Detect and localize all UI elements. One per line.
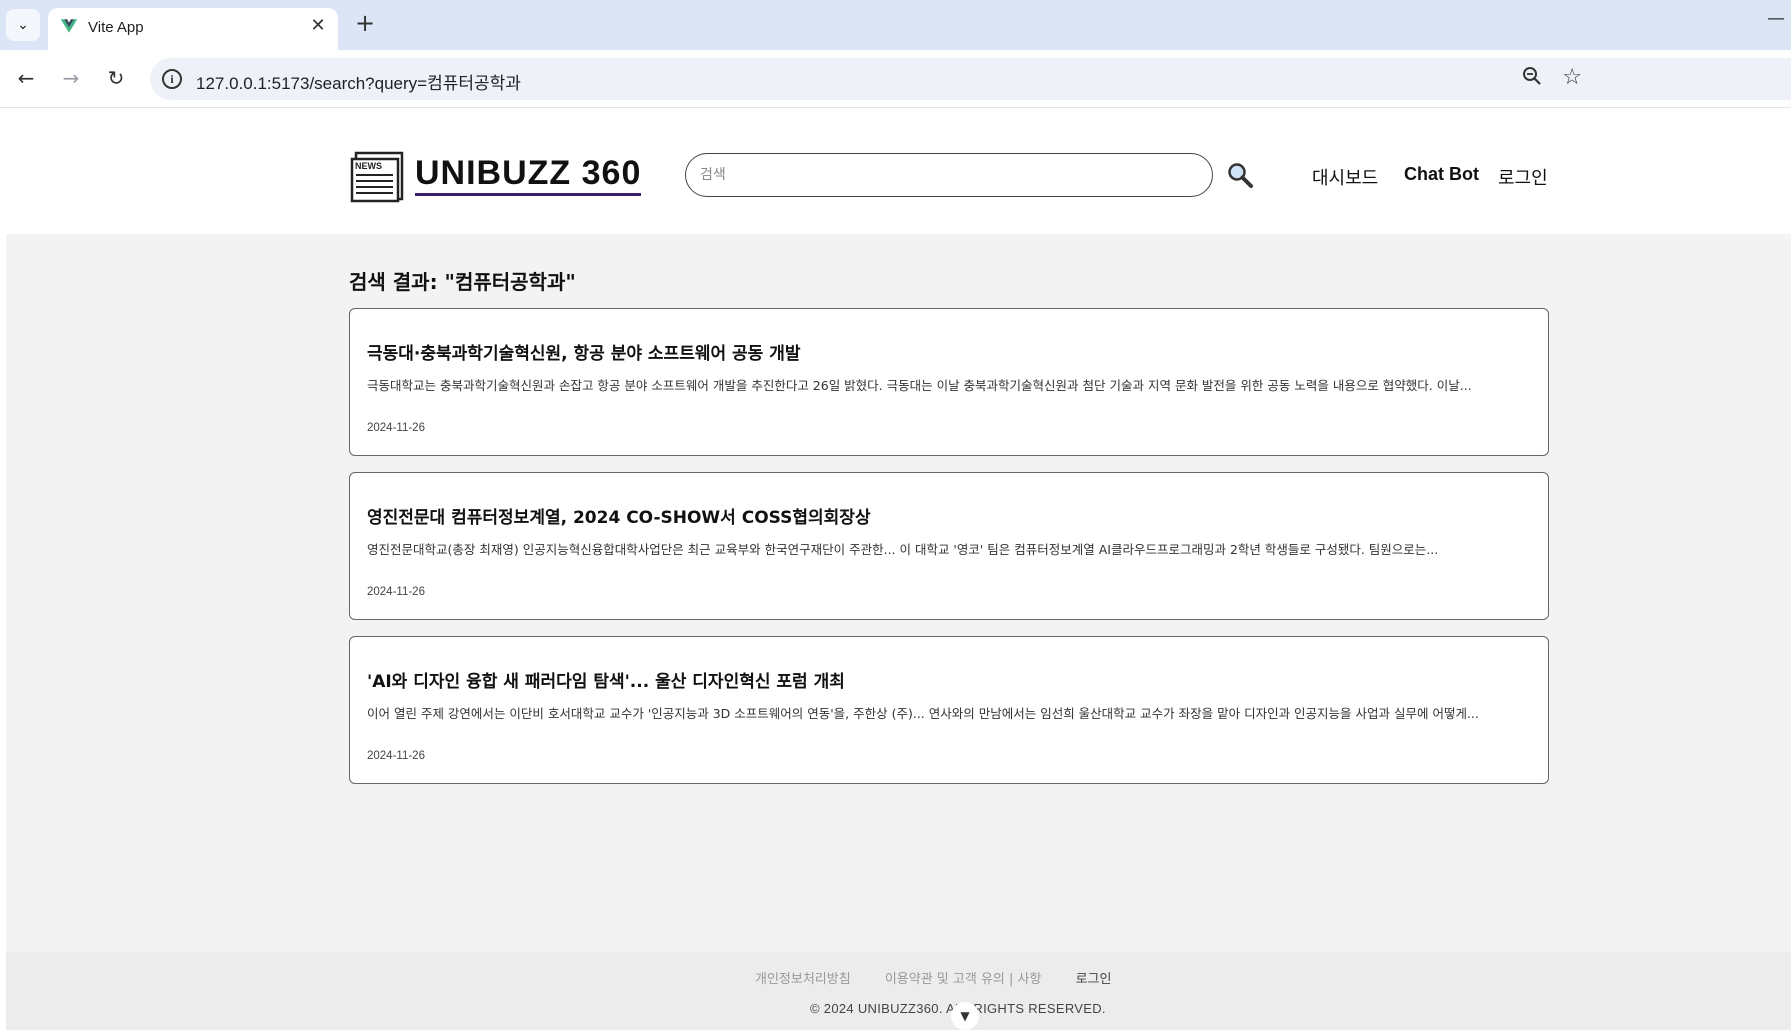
reload-icon: ↻ <box>107 66 125 90</box>
chevron-down-icon: ⌄ <box>17 17 29 33</box>
nav-login-link[interactable]: 로그인 <box>1498 164 1548 190</box>
search-results-section: 검색 결과: "컴퓨터공학과" 극동대·충북과학기술혁신원, 항공 분야 소프트… <box>6 234 1791 952</box>
result-description: 이어 열린 주제 강연에서는 이단비 호서대학교 교수가 '인공지능과 3D 소… <box>367 706 1479 721</box>
result-date: 2024-11-26 <box>367 422 425 434</box>
nav-dashboard-link[interactable]: 대시보드 <box>1312 164 1378 190</box>
footer-links: 개인정보처리방침 이용약관 및 고객 유의 | 사항 로그인 <box>755 968 1141 987</box>
back-button[interactable]: ← <box>12 64 40 92</box>
vue-logo-icon <box>60 19 78 33</box>
result-title[interactable]: 'AI와 디자인 융합 새 패러다임 탐색'... 울산 디자인혁신 포럼 개최 <box>367 667 845 692</box>
info-icon[interactable]: i <box>162 69 182 89</box>
new-tab-button[interactable]: + <box>352 10 378 36</box>
url-text[interactable]: 127.0.0.1:5173/search?query=컴퓨터공학과 <box>196 69 521 94</box>
result-card[interactable]: 영진전문대 컴퓨터정보계열, 2024 CO-SHOW서 COSS협의회장상 영… <box>349 472 1549 620</box>
result-description: 극동대학교는 충북과학기술혁신원과 손잡고 항공 분야 소프트웨어 개발을 추진… <box>367 378 1472 393</box>
footer-privacy-link[interactable]: 개인정보처리방침 <box>755 972 851 987</box>
scroll-down-icon[interactable]: ▼ <box>951 1002 979 1030</box>
address-bar[interactable]: i 127.0.0.1:5173/search?query=컴퓨터공학과 ☆ <box>150 58 1791 100</box>
footer-login-link[interactable]: 로그인 <box>1076 972 1112 987</box>
site-logo-text[interactable]: UNIBUZZ 360 <box>415 153 642 196</box>
arrow-right-icon: → <box>62 66 80 90</box>
browser-tabbar: ⌄ Vite App ✕ + — <box>0 0 1791 50</box>
nav-chatbot-link[interactable]: Chat Bot <box>1404 164 1479 185</box>
search-input[interactable] <box>700 154 1200 196</box>
result-title[interactable]: 영진전문대 컴퓨터정보계열, 2024 CO-SHOW서 COSS협의회장상 <box>367 503 871 528</box>
star-icon[interactable]: ☆ <box>1562 65 1582 90</box>
page: NEWS UNIBUZZ 360 대시보드 Chat Bot 로그인 검색 결과… <box>0 109 1791 1030</box>
results-heading: 검색 결과: "컴퓨터공학과" <box>349 270 576 294</box>
arrow-left-icon: ← <box>17 66 35 90</box>
browser-toolbar: ← → ↻ i 127.0.0.1:5173/search?query=컴퓨터공… <box>0 50 1791 108</box>
browser-tab[interactable]: Vite App ✕ <box>48 8 338 50</box>
reload-button[interactable]: ↻ <box>102 64 130 92</box>
result-title[interactable]: 극동대·충북과학기술혁신원, 항공 분야 소프트웨어 공동 개발 <box>367 339 801 364</box>
forward-button[interactable]: → <box>57 64 85 92</box>
zoom-icon[interactable] <box>1522 66 1542 91</box>
tab-search-button[interactable]: ⌄ <box>6 9 40 41</box>
close-icon[interactable]: ✕ <box>308 16 328 36</box>
result-date: 2024-11-26 <box>367 750 425 762</box>
footer-terms-link[interactable]: 이용약관 및 고객 유의 | 사항 <box>885 972 1042 987</box>
logo-badge: NEWS <box>355 161 382 171</box>
result-card[interactable]: 극동대·충북과학기술혁신원, 항공 분야 소프트웨어 공동 개발 극동대학교는 … <box>349 308 1549 456</box>
result-description: 영진전문대학교(총장 최재영) 인공지능혁신융합대학사업단은 최근 교육부와 한… <box>367 542 1439 557</box>
minimize-button[interactable]: — <box>1767 8 1785 29</box>
magnifier-icon[interactable] <box>1226 161 1254 189</box>
newspaper-icon[interactable]: NEWS <box>350 147 406 203</box>
result-date: 2024-11-26 <box>367 586 425 598</box>
tab-title: Vite App <box>88 19 144 36</box>
site-footer: 개인정보처리방침 이용약관 및 고객 유의 | 사항 로그인 © 2024 UN… <box>6 952 1791 1030</box>
site-header: NEWS UNIBUZZ 360 대시보드 Chat Bot 로그인 <box>0 109 1791 234</box>
search-box <box>685 153 1213 197</box>
result-card[interactable]: 'AI와 디자인 융합 새 패러다임 탐색'... 울산 디자인혁신 포럼 개최… <box>349 636 1549 784</box>
